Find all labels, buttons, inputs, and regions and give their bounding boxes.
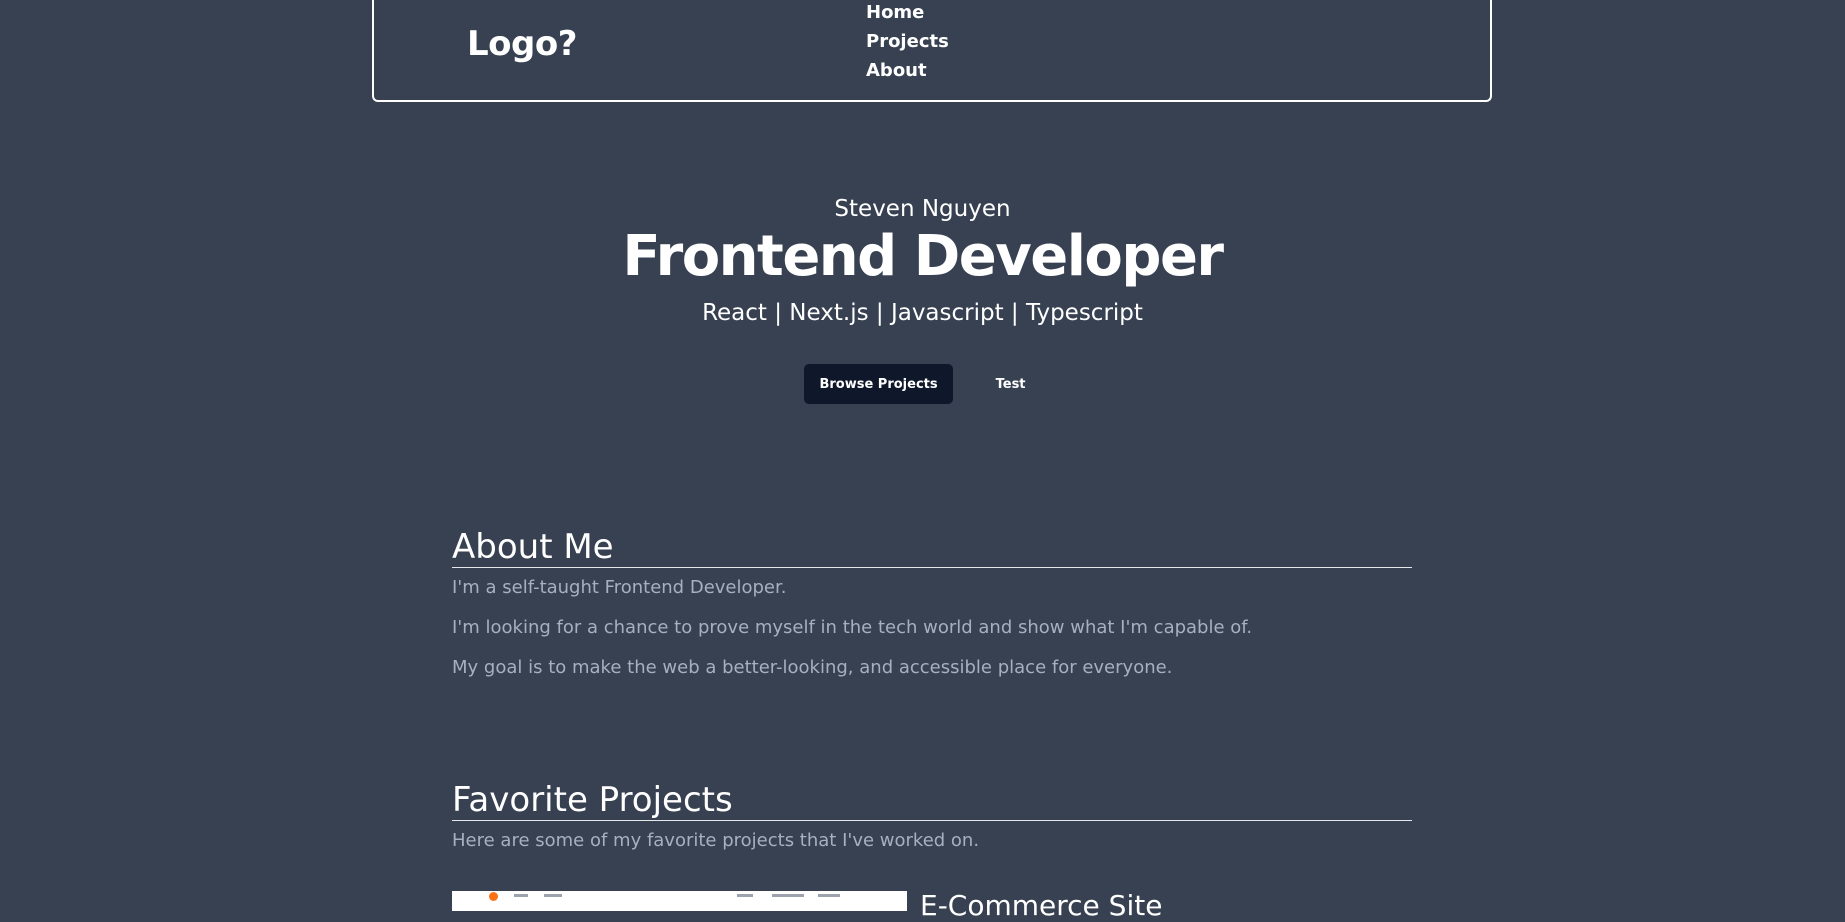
hero-buttons: Browse Projects Test: [0, 364, 1845, 404]
nav-link-projects[interactable]: Projects: [866, 27, 949, 56]
nav-link-home[interactable]: Home: [866, 0, 949, 27]
about-section: About Me I'm a self-taught Frontend Deve…: [452, 527, 1412, 688]
projects-section: Favorite Projects Here are some of my fa…: [452, 780, 1412, 861]
about-paragraph-1: I'm a self-taught Frontend Developer.: [452, 577, 787, 598]
thumbnail-mark: [544, 894, 562, 897]
hero-tech-stack: React | Next.js | Javascript | Typescrip…: [702, 300, 1143, 326]
nav-links: Home Projects About: [866, 0, 949, 85]
navbar: Logo? Home Projects About: [372, 0, 1492, 102]
project-thumbnail[interactable]: [452, 891, 907, 911]
thumbnail-mark: [514, 894, 528, 897]
projects-intro: Here are some of my favorite projects th…: [452, 830, 980, 851]
hero-name: Steven Nguyen: [834, 196, 1011, 222]
nav-link-about[interactable]: About: [866, 56, 949, 85]
projects-heading: Favorite Projects: [452, 780, 1412, 821]
about-paragraph-2: I'm looking for a chance to prove myself…: [452, 617, 1253, 638]
browse-projects-button[interactable]: Browse Projects: [804, 364, 953, 404]
logo[interactable]: Logo?: [467, 24, 577, 64]
about-heading: About Me: [452, 527, 1412, 568]
test-button[interactable]: Test: [981, 364, 1041, 404]
thumbnail-logo-icon: [489, 892, 498, 901]
thumbnail-mark: [737, 894, 753, 897]
about-paragraph-3: My goal is to make the web a better-look…: [452, 657, 1173, 678]
thumbnail-mark: [818, 894, 840, 897]
thumbnail-mark: [772, 894, 804, 897]
project-title[interactable]: E-Commerce Site: [920, 891, 1162, 921]
hero-title: Frontend Developer: [622, 224, 1224, 289]
